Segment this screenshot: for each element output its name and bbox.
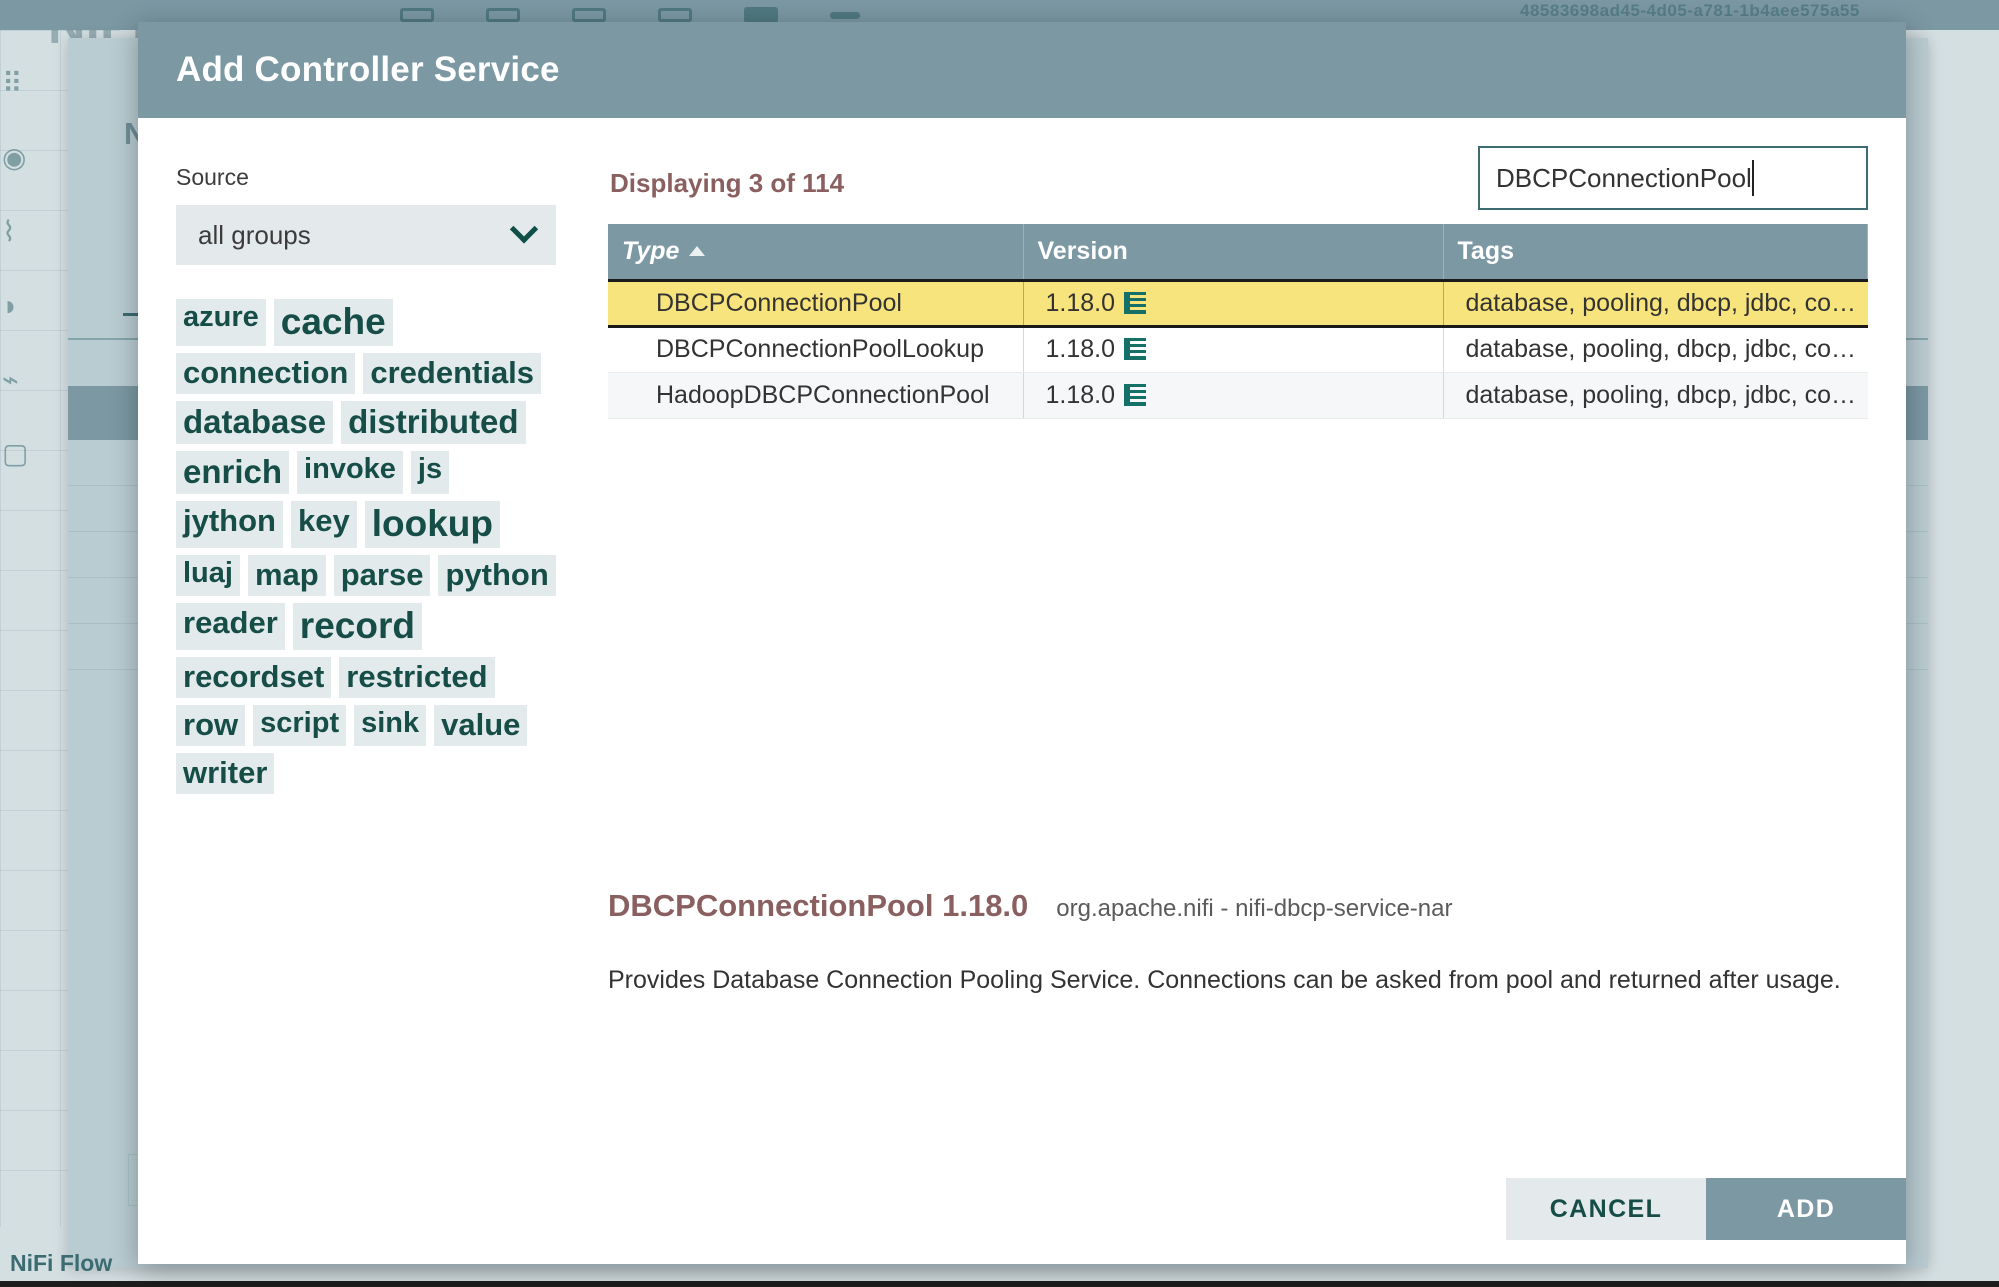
tag-parse[interactable]: parse	[333, 555, 431, 596]
service-detail-description: Provides Database Connection Pooling Ser…	[608, 966, 1841, 994]
cell-type: DBCPConnectionPool	[608, 278, 1024, 328]
column-header-tags[interactable]: Tags	[1443, 224, 1868, 280]
source-select-value: all groups	[198, 219, 311, 250]
breadcrumb[interactable]: NiFi Flow	[10, 1250, 112, 1277]
service-detail-bundle: org.apache.nifi - nifi-dbcp-service-nar	[1056, 895, 1453, 922]
table-header: Type Version Tags	[608, 224, 1868, 280]
page-title: Add Controller Service	[176, 50, 560, 89]
tag-script[interactable]: script	[253, 705, 347, 746]
bundle-list-icon[interactable]	[1124, 383, 1147, 406]
search-field-wrapper	[1478, 146, 1868, 210]
tag-enrich[interactable]: enrich	[176, 451, 290, 494]
cell-tags: database, pooling, dbcp, jdbc, connec…	[1443, 372, 1868, 419]
bundle-list-icon[interactable]	[1124, 338, 1147, 360]
cell-type: DBCPConnectionPoolLookup	[608, 326, 1024, 373]
add-button[interactable]: ADD	[1706, 1178, 1906, 1240]
column-header-version[interactable]: Version	[1023, 224, 1444, 280]
dialog-body: Source all groups azure cache connection cr…	[138, 118, 1906, 1264]
cell-version: 1.18.0	[1023, 278, 1444, 328]
process-group-icon[interactable]	[658, 8, 692, 22]
tag-key[interactable]: key	[291, 501, 357, 548]
source-label: Source	[176, 164, 249, 190]
cell-tags: database, pooling, dbcp, jdbc, connec…	[1443, 278, 1868, 328]
tag-azure[interactable]: azure	[176, 299, 266, 346]
displaying-count: Displaying 3 of 114	[610, 168, 845, 198]
tag-map[interactable]: map	[247, 555, 326, 596]
canvas-side-icons: ⠿ ◉ ⌇ ◗ ⌁ ▢	[2, 70, 46, 468]
tag-js[interactable]: js	[410, 451, 450, 494]
funnel-icon[interactable]	[830, 11, 860, 19]
tag-database[interactable]: database	[176, 401, 334, 444]
drop-icon: ◗	[2, 290, 19, 321]
tag-value[interactable]: value	[434, 705, 528, 746]
tag-record[interactable]: record	[292, 603, 422, 650]
version-label: 1.18.0	[1045, 335, 1116, 363]
input-port-icon[interactable]	[486, 8, 520, 22]
route-icon: ⌇	[2, 216, 16, 247]
dots-grid-icon: ⠿	[2, 68, 23, 99]
table-row[interactable]: HadoopDBCPConnectionPool 1.18.0 database, …	[608, 372, 1868, 419]
tag-reader[interactable]: reader	[176, 603, 285, 650]
text-cursor	[1751, 160, 1754, 196]
bundle-list-icon[interactable]	[1124, 291, 1147, 314]
tag-writer[interactable]: writer	[176, 753, 275, 794]
source-filter-panel: Source all groups azure cache connection cr…	[176, 164, 556, 794]
column-header-type[interactable]: Type	[608, 224, 1024, 280]
table-row[interactable]: DBCPConnectionPoolLookup 1.18.0 database, …	[608, 326, 1868, 373]
tag-luaj[interactable]: luaj	[176, 555, 240, 596]
service-detail-name: DBCPConnectionPool 1.18.0	[608, 888, 1029, 923]
sort-asc-icon	[689, 245, 706, 256]
box-icon: ▢	[2, 438, 29, 469]
column-header-type-label: Type	[622, 236, 680, 265]
dialog-footer: CANCEL ADD	[1506, 1178, 1906, 1240]
output-port-icon[interactable]	[572, 8, 606, 22]
tag-cache[interactable]: cache	[273, 299, 393, 346]
controller-service-table: Type Version Tags DBCPConnectionPool 1.18…	[608, 224, 1868, 419]
service-detail-panel: DBCPConnectionPool 1.18.0 org.apache.nif…	[608, 888, 1868, 998]
tag-sink[interactable]: sink	[354, 705, 427, 746]
add-controller-service-dialog: Add Controller Service Source all groups…	[138, 22, 1906, 1264]
cell-version: 1.18.0	[1023, 326, 1444, 373]
dialog-header: Add Controller Service	[138, 22, 1906, 118]
tag-python[interactable]: python	[438, 555, 556, 596]
flow-hash-id: 48583698ad45-4d05-a781-1b4aee575a55	[1520, 1, 1860, 20]
table-row[interactable]: DBCPConnectionPool 1.18.0 database, poolin…	[608, 278, 1868, 328]
tag-distributed[interactable]: distributed	[341, 401, 526, 444]
tag-jython[interactable]: jython	[176, 501, 283, 548]
results-toolbar: Displaying 3 of 114	[608, 146, 1868, 224]
window-bottom-edge	[0, 1281, 1999, 1287]
plug-icon: ⌁	[2, 364, 19, 395]
table-body: DBCPConnectionPool 1.18.0 database, poolin…	[608, 278, 1868, 419]
version-label: 1.18.0	[1045, 288, 1116, 317]
tag-lookup[interactable]: lookup	[364, 501, 500, 548]
version-label: 1.18.0	[1045, 380, 1116, 409]
service-detail-header: DBCPConnectionPool 1.18.0 org.apache.nif…	[608, 888, 1868, 924]
chevron-down-icon	[509, 215, 539, 244]
tag-credentials[interactable]: credentials	[363, 353, 542, 394]
tag-recordset[interactable]: recordset	[176, 657, 332, 698]
processor-icon[interactable]	[400, 8, 434, 22]
tag-invoke[interactable]: invoke	[297, 451, 403, 494]
tag-row[interactable]: row	[176, 705, 246, 746]
remote-group-icon[interactable]	[744, 7, 778, 23]
search-input[interactable]	[1478, 146, 1868, 210]
results-panel: Displaying 3 of 114 Type Version Tags DB…	[608, 146, 1868, 419]
cell-tags: database, pooling, dbcp, jdbc, connec…	[1443, 326, 1868, 373]
cancel-button[interactable]: CANCEL	[1506, 1178, 1706, 1240]
table-header-row: Type Version Tags	[608, 224, 1868, 280]
tag-restricted[interactable]: restricted	[339, 657, 495, 698]
tag-cloud: azure cache connection credentials database d…	[176, 299, 556, 794]
cell-version: 1.18.0	[1023, 372, 1444, 419]
cell-type: HadoopDBCPConnectionPool	[608, 372, 1024, 419]
tag-connection[interactable]: connection	[176, 353, 356, 394]
camera-icon: ◉	[2, 142, 27, 173]
source-select[interactable]: all groups	[176, 205, 556, 265]
